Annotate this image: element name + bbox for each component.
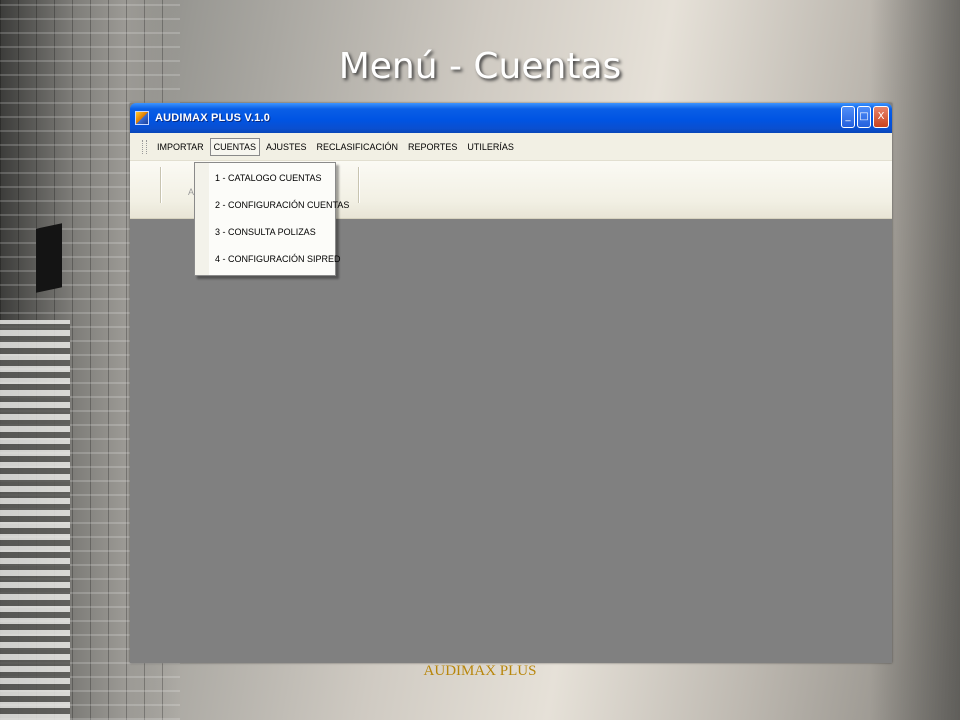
menu-item-consulta-polizas[interactable]: 3 - CONSULTA POLIZAS <box>195 219 335 246</box>
background-dark-window <box>36 223 62 293</box>
slide-footer: AUDIMAX PLUS <box>423 663 537 679</box>
menu-utilerias[interactable]: UTILERÍAS <box>463 139 518 155</box>
menu-reportes[interactable]: REPORTES <box>404 139 461 155</box>
menubar-grip-icon[interactable] <box>142 139 147 154</box>
background-tower <box>0 320 70 720</box>
menu-ajustes[interactable]: AJUSTES <box>262 139 311 155</box>
close-icon: X <box>877 111 885 122</box>
slide-title: Menú - Cuentas <box>338 46 622 87</box>
window-title: AUDIMAX PLUS V.1.0 <box>155 112 271 124</box>
minimize-button[interactable]: _ <box>841 106 855 128</box>
menu-reclasificacion[interactable]: RECLASIFICACIÓN <box>313 139 403 155</box>
close-button[interactable]: X <box>873 106 889 128</box>
minimize-icon: _ <box>845 111 851 122</box>
app-window: AUDIMAX PLUS V.1.0 _ □ X IMPORTAR CUENTA… <box>130 103 892 663</box>
menubar: IMPORTAR CUENTAS AJUSTES RECLASIFICACIÓN… <box>130 133 892 161</box>
menu-item-configuracion-sipred[interactable]: 4 - CONFIGURACIÓN SIPRED <box>195 246 341 273</box>
menu-cuentas[interactable]: CUENTAS <box>209 137 261 156</box>
toolbar-separator <box>358 167 359 203</box>
window-controls: _ □ X <box>841 106 889 128</box>
maximize-icon: □ <box>859 111 869 122</box>
window-titlebar[interactable]: AUDIMAX PLUS V.1.0 _ □ X <box>130 103 892 133</box>
menu-importar[interactable]: IMPORTAR <box>153 139 208 155</box>
maximize-button[interactable]: □ <box>857 106 871 128</box>
menu-item-configuracion-cuentas[interactable]: 2 - CONFIGURACIÓN CUENTAS <box>195 192 349 219</box>
toolbar-separator <box>160 167 161 203</box>
app-icon <box>135 111 149 125</box>
cuentas-dropdown-menu: 1 - CATALOGO CUENTAS 2 - CONFIGURACIÓN C… <box>194 162 349 276</box>
menu-item-catalogo-cuentas[interactable]: 1 - CATALOGO CUENTAS <box>195 165 335 192</box>
